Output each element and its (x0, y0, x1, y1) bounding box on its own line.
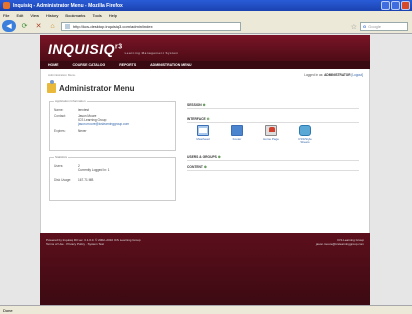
expires-value: Never (78, 128, 87, 133)
page-title-text: Administrator Menu (59, 83, 135, 93)
maximize-button[interactable] (391, 1, 400, 10)
nav-administration-menu[interactable]: ADMINISTRATION MENU (150, 63, 191, 67)
page-viewport: INQUISIQr3Learning Management System HOM… (0, 35, 412, 305)
interface-items: Masthead Footer Home Page CSS/Style Shee… (195, 125, 313, 145)
disk-usage-value: 167.71 MB (78, 177, 94, 182)
interface-item-masthead[interactable]: Masthead (195, 125, 211, 145)
interface-item-css[interactable]: CSS/Style Sheets (297, 125, 313, 145)
menu-file[interactable]: File (3, 13, 9, 18)
app-header: INQUISIQr3Learning Management System (40, 35, 370, 61)
inquisiq-logo[interactable]: INQUISIQr3Learning Management System (48, 41, 179, 57)
menu-history[interactable]: History (46, 13, 58, 18)
menu-tools[interactable]: Tools (92, 13, 101, 18)
app-name: ienvtest (78, 107, 89, 112)
app-footer: Powered by Inquisiq R3 ver. 3.1.0.0. © 2… (40, 233, 370, 305)
application-information-panel: Application Information Name: ienvtest Co… (49, 99, 176, 151)
masthead-icon (197, 125, 209, 136)
main-nav: HOME COURSE CATALOG REPORTS ADMINISTRATI… (40, 61, 370, 69)
menu-bar: File Edit View History Bookmarks Tools H… (0, 11, 412, 19)
navigation-toolbar: ◀ ⟳ ✕ ⌂ http://kcs-desktop.inquisiq3.com… (0, 19, 412, 34)
search-input[interactable]: G Google (360, 22, 408, 31)
window-controls (381, 1, 410, 10)
address-bar[interactable]: http://kcs-desktop.inquisiq3.com/admin/i… (61, 21, 241, 31)
footer-org: ICS Learning Group (337, 238, 364, 242)
footer-icon (231, 125, 243, 136)
nav-course-catalog[interactable]: COURSE CATALOG (73, 63, 106, 67)
search-placeholder: Google (368, 24, 382, 29)
logout-link[interactable]: [Logout] (351, 73, 363, 77)
window-title: Inquisiq - Administrator Menu - Mozilla … (13, 2, 123, 9)
users-stats: 2 Currently Logged In: 1 (78, 163, 110, 172)
google-icon: G (363, 24, 367, 29)
url-text: http://kcs-desktop.inquisiq3.com/admin/i… (73, 23, 153, 29)
expand-icon: ⊕ (202, 103, 206, 107)
home-icon[interactable]: ⌂ (47, 21, 58, 32)
menu-edit[interactable]: Edit (16, 13, 23, 18)
home-page-icon (265, 125, 277, 136)
menu-bookmarks[interactable]: Bookmarks (65, 13, 85, 18)
footer-email-link[interactable]: jason.moore@icslearninggroup.com (316, 242, 364, 246)
menu-help[interactable]: Help (109, 13, 117, 18)
contact-email-link[interactable]: jason.moore@icslearninggroup.com (78, 122, 129, 126)
administrator-icon (47, 80, 56, 93)
app-container: INQUISIQr3Learning Management System HOM… (40, 35, 370, 305)
interface-item-footer[interactable]: Footer (229, 125, 245, 145)
minimize-button[interactable] (381, 1, 390, 10)
collapse-icon: ⊖ (206, 117, 210, 121)
stop-icon[interactable]: ✕ (33, 21, 44, 32)
panel-legend: Statistics (55, 155, 68, 159)
window-titlebar: Inquisiq - Administrator Menu - Mozilla … (0, 0, 412, 11)
reload-icon[interactable]: ⟳ (19, 21, 30, 32)
menu-view[interactable]: View (30, 13, 39, 18)
status-text: Done (3, 307, 13, 313)
logged-in-info: Logged in as: ADMINISTRATOR [Logout] (304, 73, 363, 77)
breadcrumb[interactable]: Administration Menu (48, 73, 75, 77)
favicon-icon (65, 23, 70, 29)
css-icon (299, 125, 311, 136)
contact-info: Jason Moore ICS Learning Group jason.moo… (78, 114, 130, 126)
status-bar: Done (0, 305, 412, 314)
statistics-panel: Statistics Users: 2 Currently Logged In: … (49, 155, 176, 201)
powered-by-text: Powered by Inquisiq R3 ver. 3.1.0.0. © 2… (46, 238, 141, 242)
firefox-icon (3, 2, 10, 9)
footer-links[interactable]: Terms of Use · Privacy Policy · System T… (46, 242, 104, 246)
back-button[interactable]: ◀ (2, 20, 16, 32)
section-users-groups[interactable]: USERS & GROUPS ⊕ (187, 155, 359, 161)
nav-reports[interactable]: REPORTS (119, 63, 136, 67)
main-content: Administration Menu Logged in as: ADMINI… (40, 69, 370, 233)
section-content[interactable]: CONTENT ⊕ (187, 165, 359, 171)
nav-home[interactable]: HOME (48, 63, 59, 67)
section-interface[interactable]: INTERFACE ⊖ (187, 117, 359, 123)
bookmark-star-icon[interactable]: ☆ (351, 23, 357, 31)
expand-icon: ⊕ (217, 155, 221, 159)
expand-icon: ⊕ (203, 165, 207, 169)
close-button[interactable] (401, 1, 410, 10)
panel-legend: Application Information (55, 99, 86, 103)
page-title: Administrator Menu (47, 80, 135, 93)
section-session[interactable]: SESSION ⊕ (187, 103, 359, 109)
interface-item-home-page[interactable]: Home Page (263, 125, 279, 145)
